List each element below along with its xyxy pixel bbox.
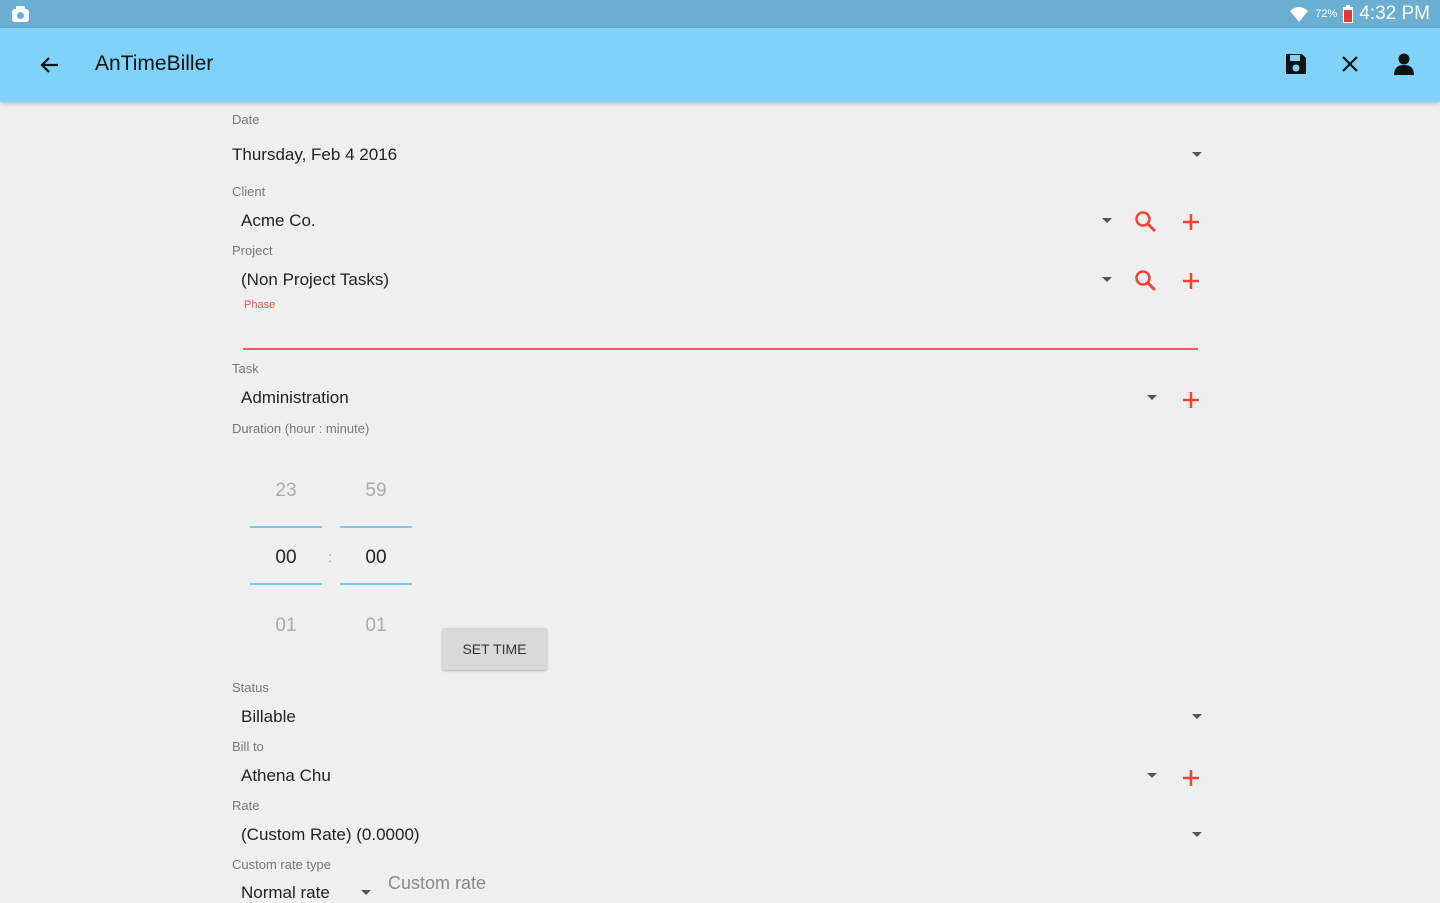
date-dropdown-icon[interactable]: [1192, 152, 1202, 157]
bill-to-label: Bill to: [232, 739, 264, 754]
project-search-icon[interactable]: [1133, 268, 1159, 294]
task-value[interactable]: Administration: [241, 388, 349, 408]
custom-rate-input[interactable]: Custom rate: [388, 873, 486, 894]
task-add-icon[interactable]: [1178, 387, 1204, 413]
rate-value[interactable]: (Custom Rate) (0.0000): [241, 825, 420, 845]
custom-rate-type-value[interactable]: Normal rate: [241, 883, 330, 903]
client-dropdown-icon[interactable]: [1102, 218, 1112, 223]
status-dropdown-icon[interactable]: [1192, 714, 1202, 719]
project-add-icon[interactable]: [1178, 268, 1204, 294]
minutes-divider-top: [340, 526, 412, 528]
duration-label: Duration (hour : minute): [232, 421, 370, 436]
task-dropdown-icon[interactable]: [1147, 395, 1157, 400]
client-value[interactable]: Acme Co.: [241, 211, 316, 231]
phase-input[interactable]: [243, 348, 1198, 350]
bill-to-add-icon[interactable]: [1178, 765, 1204, 791]
custom-rate-type-dropdown-icon[interactable]: [361, 890, 371, 895]
app-bar: AnTimeBiller: [0, 28, 1440, 102]
hours-picker[interactable]: 00: [250, 547, 322, 569]
phase-label: Phase: [244, 299, 276, 311]
time-separator: :: [328, 549, 332, 565]
status-value[interactable]: Billable: [241, 707, 296, 727]
save-icon[interactable]: [1283, 51, 1309, 77]
minutes-prev[interactable]: 59: [340, 480, 412, 502]
minutes-picker[interactable]: 00: [340, 547, 412, 569]
project-dropdown-icon[interactable]: [1102, 277, 1112, 282]
hours-divider-bottom: [250, 583, 322, 585]
close-icon[interactable]: [1337, 51, 1363, 77]
project-label: Project: [232, 243, 273, 258]
client-add-icon[interactable]: [1178, 209, 1204, 235]
set-time-button[interactable]: SET TIME: [442, 628, 547, 670]
custom-rate-type-label: Custom rate type: [232, 857, 331, 872]
bill-to-dropdown-icon[interactable]: [1147, 773, 1157, 778]
hours-prev[interactable]: 23: [250, 480, 322, 502]
hours-next[interactable]: 01: [250, 615, 322, 637]
minutes-divider-bottom: [340, 583, 412, 585]
project-value[interactable]: (Non Project Tasks): [241, 270, 389, 290]
app-title: AnTimeBiller: [95, 52, 214, 75]
bill-to-value[interactable]: Athena Chu: [241, 766, 331, 786]
client-search-icon[interactable]: [1133, 209, 1159, 235]
status-bar: 72% 4:32 PM: [0, 0, 1440, 28]
date-value[interactable]: Thursday, Feb 4 2016: [232, 145, 397, 165]
battery-icon: [1343, 5, 1354, 23]
minutes-next[interactable]: 01: [340, 615, 412, 637]
rate-label: Rate: [232, 798, 260, 813]
battery-percent: 72%: [1315, 8, 1338, 20]
task-label: Task: [232, 361, 259, 376]
person-icon[interactable]: [1391, 51, 1417, 77]
back-arrow-icon[interactable]: [36, 51, 64, 79]
wifi-icon: [1290, 7, 1309, 22]
rate-dropdown-icon[interactable]: [1192, 832, 1202, 837]
client-label: Client: [232, 184, 266, 199]
notification-app-icon: [12, 6, 29, 22]
date-label: Date: [232, 112, 260, 127]
hours-divider-top: [250, 526, 322, 528]
status-clock: 4:32 PM: [1359, 3, 1430, 24]
status-label: Status: [232, 680, 269, 695]
